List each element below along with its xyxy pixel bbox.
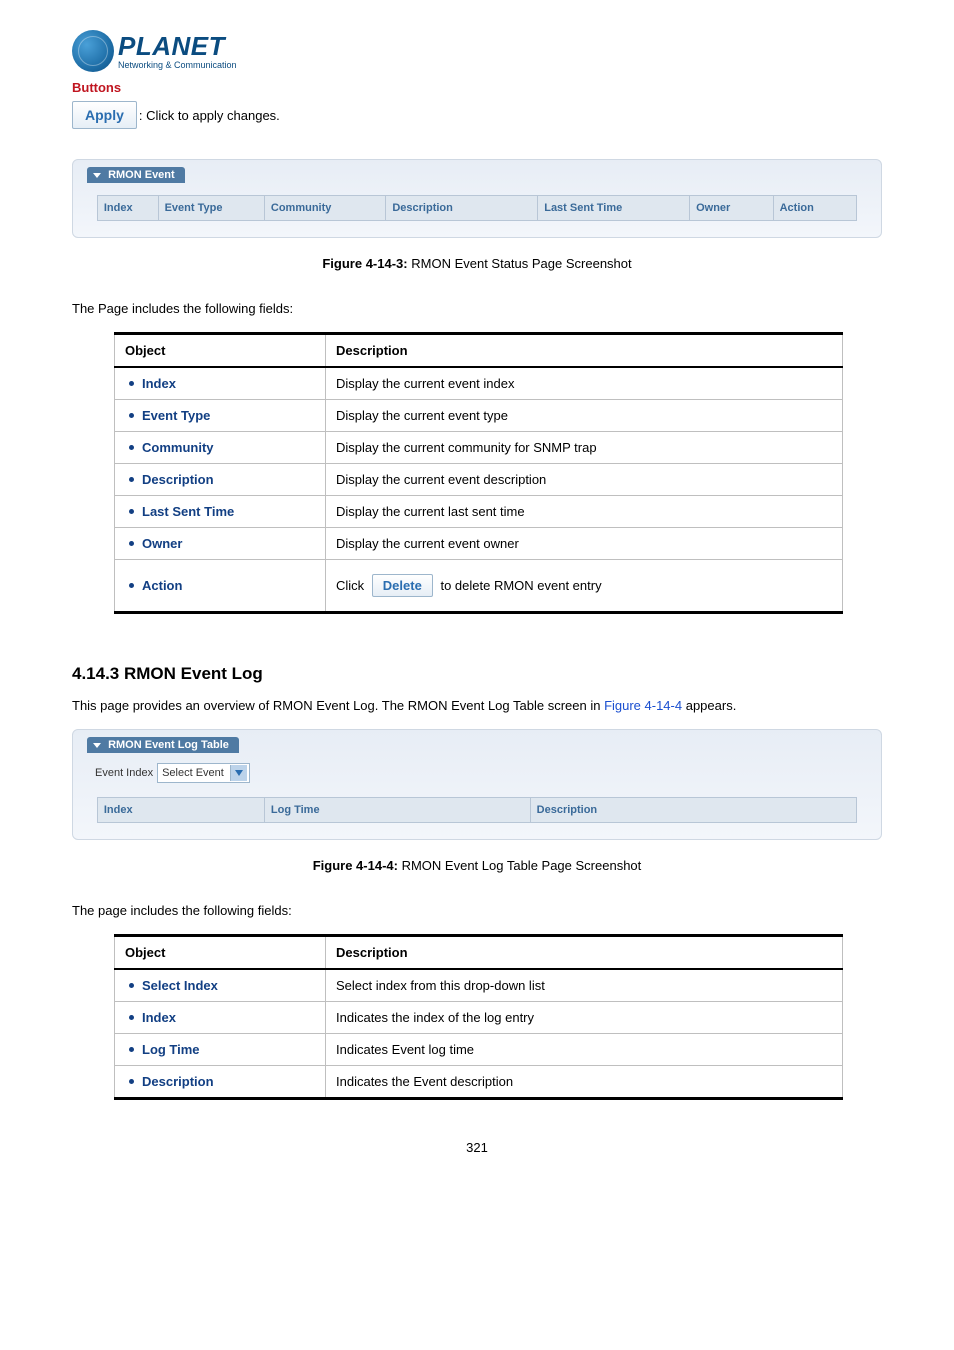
bullet-icon xyxy=(129,541,134,546)
col-log-time: Log Time xyxy=(264,798,530,823)
col-index: Index xyxy=(97,798,264,823)
delete-button[interactable]: Delete xyxy=(372,574,433,597)
table-row: Log Time Indicates Event log time xyxy=(115,1034,843,1066)
rmon-event-log-table: Index Log Time Description xyxy=(97,797,857,823)
obj-desc: Display the current event index xyxy=(326,367,843,400)
obj-name: Action xyxy=(142,578,182,593)
table-row: Action Click Delete to delete RMON event… xyxy=(115,560,843,613)
apply-description: : Click to apply changes. xyxy=(139,108,280,123)
table-row: Description Display the current event de… xyxy=(115,464,843,496)
rmon-event-table: Index Event Type Community Description L… xyxy=(97,195,857,221)
table-row: Index Indicates the index of the log ent… xyxy=(115,1002,843,1034)
table-row: Owner Display the current event owner xyxy=(115,528,843,560)
section-heading-event-log: 4.14.3 RMON Event Log xyxy=(72,664,882,684)
object-table-1: Object Description Index Display the cur… xyxy=(114,332,843,614)
figure-text-2: RMON Event Log Table Page Screenshot xyxy=(402,858,642,873)
table-row: Event Type Display the current event typ… xyxy=(115,400,843,432)
bullet-icon xyxy=(129,413,134,418)
figure-label-1: Figure 4-14-3: xyxy=(322,256,407,271)
obj-name: Last Sent Time xyxy=(142,504,234,519)
obj-desc: Indicates the index of the log entry xyxy=(326,1002,843,1034)
obj-name: Index xyxy=(142,376,176,391)
chevron-down-icon xyxy=(93,173,101,178)
page-number: 321 xyxy=(72,1140,882,1155)
bullet-icon xyxy=(129,445,134,450)
desc-header: Description xyxy=(326,334,843,368)
logo: PLANET Networking & Communication xyxy=(72,30,882,72)
col-index: Index xyxy=(97,196,158,221)
event-index-select[interactable]: Select Event xyxy=(157,763,250,783)
bullet-icon xyxy=(129,583,134,588)
figure-caption-2: Figure 4-14-4: RMON Event Log Table Page… xyxy=(72,858,882,873)
obj-header: Object xyxy=(115,936,326,970)
figure-label-2: Figure 4-14-4: xyxy=(313,858,398,873)
panel-legend-text: RMON Event Log Table xyxy=(108,739,229,751)
obj-desc: Display the current event owner xyxy=(326,528,843,560)
obj-name: Event Type xyxy=(142,408,210,423)
desc-header: Description xyxy=(326,936,843,970)
col-owner: Owner xyxy=(690,196,774,221)
obj-desc: Select index from this drop-down list xyxy=(326,969,843,1002)
figure-link[interactable]: Figure 4-14-4 xyxy=(604,698,682,713)
intro-pre: This page provides an overview of RMON E… xyxy=(72,698,604,713)
obj-desc: Display the current last sent time xyxy=(326,496,843,528)
intro-line-2: The page includes the following fields: xyxy=(72,903,882,918)
obj-desc: Display the current community for SNMP t… xyxy=(326,432,843,464)
intro-post: appears. xyxy=(682,698,736,713)
col-event-type: Event Type xyxy=(158,196,264,221)
apply-button[interactable]: Apply xyxy=(72,101,137,129)
bullet-icon xyxy=(129,983,134,988)
bullet-icon xyxy=(129,477,134,482)
obj-header: Object xyxy=(115,334,326,368)
obj-desc-action: Click Delete to delete RMON event entry xyxy=(326,560,843,613)
logo-sub-text: Networking & Communication xyxy=(118,61,237,70)
action-pre: Click xyxy=(336,578,364,593)
chevron-down-icon xyxy=(93,743,101,748)
rmon-event-panel-legend: RMON Event xyxy=(87,167,185,183)
bullet-icon xyxy=(129,1015,134,1020)
col-description: Description xyxy=(386,196,538,221)
bullet-icon xyxy=(129,1047,134,1052)
table-row: Index Display the current event index xyxy=(115,367,843,400)
col-action: Action xyxy=(773,196,857,221)
obj-desc: Display the current event type xyxy=(326,400,843,432)
col-description: Description xyxy=(530,798,857,823)
panel-legend-text: RMON Event xyxy=(108,169,175,181)
col-community: Community xyxy=(264,196,385,221)
table-row: Select Index Select index from this drop… xyxy=(115,969,843,1002)
obj-name: Log Time xyxy=(142,1042,200,1057)
section2-intro: This page provides an overview of RMON E… xyxy=(72,698,882,713)
obj-name: Index xyxy=(142,1010,176,1025)
table-row: Community Display the current community … xyxy=(115,432,843,464)
rmon-event-panel: RMON Event Index Event Type Community De… xyxy=(72,159,882,238)
col-last-sent-time: Last Sent Time xyxy=(538,196,690,221)
bullet-icon xyxy=(129,381,134,386)
figure-caption-1: Figure 4-14-3: RMON Event Status Page Sc… xyxy=(72,256,882,271)
chevron-down-icon xyxy=(230,765,247,781)
obj-desc: Display the current event description xyxy=(326,464,843,496)
obj-desc: Indicates Event log time xyxy=(326,1034,843,1066)
object-table-2: Object Description Select Index Select i… xyxy=(114,934,843,1100)
intro-line-1: The Page includes the following fields: xyxy=(72,301,882,316)
obj-name: Community xyxy=(142,440,214,455)
event-index-label: Event Index xyxy=(95,767,153,779)
obj-name: Description xyxy=(142,1074,214,1089)
action-post: to delete RMON event entry xyxy=(440,578,601,593)
select-value: Select Event xyxy=(160,767,230,779)
rmon-event-log-panel-legend: RMON Event Log Table xyxy=(87,737,239,753)
figure-text-1: RMON Event Status Page Screenshot xyxy=(411,256,631,271)
table-row: Last Sent Time Display the current last … xyxy=(115,496,843,528)
obj-name: Description xyxy=(142,472,214,487)
obj-desc: Indicates the Event description xyxy=(326,1066,843,1099)
buttons-heading: Buttons xyxy=(72,80,882,95)
bullet-icon xyxy=(129,509,134,514)
rmon-event-log-panel: RMON Event Log Table Event Index Select … xyxy=(72,729,882,840)
bullet-icon xyxy=(129,1079,134,1084)
table-row: Description Indicates the Event descript… xyxy=(115,1066,843,1099)
logo-main-text: PLANET xyxy=(118,33,237,59)
obj-name: Owner xyxy=(142,536,182,551)
logo-globe-icon xyxy=(72,30,114,72)
obj-name: Select Index xyxy=(142,978,218,993)
